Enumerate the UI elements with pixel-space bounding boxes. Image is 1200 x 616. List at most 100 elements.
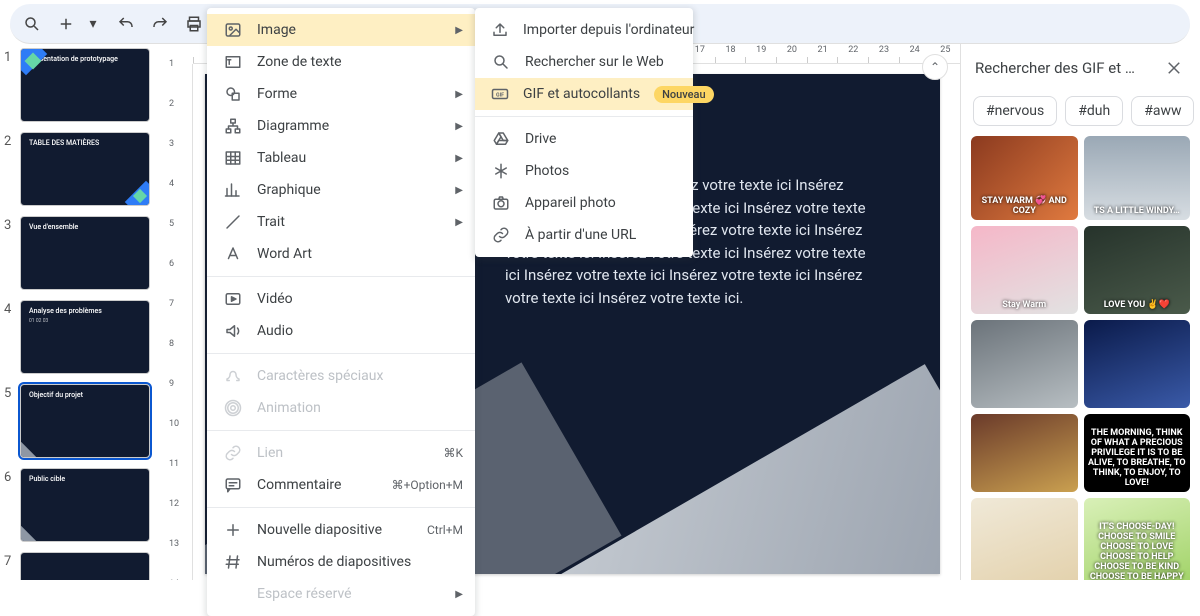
slide-number: 5 [4,384,20,401]
slide-number: 4 [4,300,20,317]
menu-shortcut: Ctrl+M [427,523,463,537]
menu-item-animation: Animation [207,392,475,424]
gif-results-grid: STAY WARM 💞 AND COZY TS A LITTLE WINDY…St… [961,136,1200,580]
search-chip[interactable]: #nervous [973,96,1057,126]
new-badge: Nouveau [654,86,714,103]
menu-item-label: Graphique [257,182,441,198]
menu-item-drive[interactable]: Drive [475,123,693,155]
motion-icon [223,398,243,418]
menu-item-audio[interactable]: Audio [207,315,475,347]
chevron-right-icon: ▶ [455,89,463,100]
menu-item-forme[interactable]: Forme▶ [207,78,475,110]
slide-number: 6 [4,468,20,485]
slide-filmstrip[interactable]: 1Présentation de prototypage2TABLE DES M… [0,44,165,580]
menu-item-photos[interactable]: Photos [475,155,693,187]
slide-thumbnail[interactable]: TABLE DES MATIÈRES [20,132,150,206]
gif-result[interactable]: STAY WARM 💞 AND COZY [971,136,1078,220]
menu-shortcut: ⌘+Option+M [392,478,463,492]
menu-item-label: Espace réservé [257,586,441,602]
gif-caption: THE MORNING, THINK OF WHAT A PRECIOUS PR… [1088,428,1187,488]
hash-icon [223,552,243,572]
toolbar-new-caret-icon[interactable]: ▾ [86,10,100,38]
menu-item-label: Commentaire [257,477,378,493]
menu-item-word-art[interactable]: Word Art [207,238,475,270]
menu-item-label: Image [257,22,441,38]
gif-result[interactable]: Stay Warm [971,226,1078,314]
gif-result[interactable]: THE MORNING, THINK OF WHAT A PRECIOUS PR… [1084,414,1191,492]
gif-search-panel: Rechercher des GIF et … #nervous#duh#aww… [960,44,1200,580]
gif-result[interactable]: LOVE YOU ✌️❤️ [1084,226,1191,314]
slide-thumbnail[interactable]: Vue d'ensemble [20,216,150,290]
menu-item-label: Importer depuis l'ordinateur [523,22,694,38]
slide-number: 1 [4,48,20,65]
menu-item-label: Tableau [257,150,441,166]
menu-item-label: Photos [525,163,681,179]
menu-item-caract-res-sp-ciaux: Caractères spéciaux [207,360,475,392]
menu-item-num-ros-de-diapositives[interactable]: Numéros de diapositives [207,546,475,578]
close-icon[interactable] [1162,56,1186,80]
gif-result[interactable] [971,498,1078,580]
gif-result[interactable]: IT'S CHOOSE-DAY! CHOOSE TO SMILE CHOOSE … [1084,498,1191,580]
gif-result[interactable] [1084,320,1191,408]
toolbar-undo-icon[interactable] [112,10,140,38]
toolbar-new-icon[interactable] [52,10,80,38]
toolbar-search-icon[interactable] [18,10,46,38]
collapse-sidepanel-button[interactable]: ⌃ [922,54,948,80]
menu-item-label: Animation [257,400,463,416]
menu-item-commentaire[interactable]: Commentaire ⌘+Option+M [207,469,475,501]
gif-result[interactable] [971,320,1078,408]
menu-item-gif-et-autocollants[interactable]: GIFGIF et autocollantsNouveau [475,78,693,110]
menu-item-label: Drive [525,131,681,147]
menu-item-espace-r-serv-: Espace réservé▶ [207,578,475,610]
menu-item-rechercher-sur-le-web[interactable]: Rechercher sur le Web [475,46,693,78]
gif-result[interactable] [971,414,1078,492]
gif-caption: STAY WARM 💞 AND COZY [975,196,1074,216]
plus-icon [223,520,243,540]
url-icon [491,225,511,245]
photos-icon [491,161,511,181]
slide-thumbnail[interactable] [20,552,150,580]
menu-item-graphique[interactable]: Graphique ▶ [207,174,475,206]
menu-item-diagramme[interactable]: Diagramme ▶ [207,110,475,142]
chevron-right-icon: ▶ [455,185,463,196]
menu-item-label: À partir d'une URL [525,227,681,243]
slide-thumbnail[interactable]: Analyse des problèmes01 02 03 [20,300,150,374]
slide-number: 3 [4,216,20,233]
slide-thumbnail[interactable]: Objectif du projet [20,384,150,458]
menu-item--partir-d-une-url[interactable]: À partir d'une URL [475,219,693,251]
search-chip[interactable]: #duh [1065,96,1123,126]
menu-item-tableau[interactable]: Tableau▶ [207,142,475,174]
menu-item-image[interactable]: Image▶ [207,14,475,46]
image-icon [223,20,243,40]
menu-item-vid-o[interactable]: Vidéo [207,283,475,315]
search-chip[interactable]: #aww [1131,96,1194,126]
diagram-icon [223,116,243,136]
menu-item-appareil-photo[interactable]: Appareil photo [475,187,693,219]
chevron-right-icon: ▶ [455,121,463,132]
menu-item-importer-depuis-l-ordinateur[interactable]: Importer depuis l'ordinateur [475,14,693,46]
video-icon [223,289,243,309]
camera-icon [491,193,511,213]
websearch-icon [491,52,511,72]
insert-image-submenu: Importer depuis l'ordinateur Rechercher s… [475,8,693,257]
menu-item-label: Caractères spéciaux [257,368,463,384]
slide-number: 7 [4,552,20,569]
menu-item-label: Audio [257,323,463,339]
blank-icon [223,584,243,604]
slide-thumbnail[interactable]: Présentation de prototypage [20,48,150,122]
toolbar-print-icon[interactable] [180,10,208,38]
search-chips-row: #nervous#duh#aww#sc [961,92,1200,136]
insert-menu: Image▶Zone de texteForme▶Diagramme▶Table… [207,8,475,616]
textbox-icon [223,52,243,72]
toolbar-redo-icon[interactable] [146,10,174,38]
menu-item-label: Zone de texte [257,54,463,70]
menu-item-trait[interactable]: Trait▶ [207,206,475,238]
menu-item-nouvelle-diapositive[interactable]: Nouvelle diapositiveCtrl+M [207,514,475,546]
menu-item-label: Diagramme [257,118,441,134]
svg-text:GIF: GIF [496,92,504,98]
gif-result[interactable]: TS A LITTLE WINDY… [1084,136,1191,220]
menu-shortcut: ⌘K [443,446,463,460]
menu-item-zone-de-texte[interactable]: Zone de texte [207,46,475,78]
slide-thumbnail[interactable]: Public cible [20,468,150,542]
table-icon [223,148,243,168]
